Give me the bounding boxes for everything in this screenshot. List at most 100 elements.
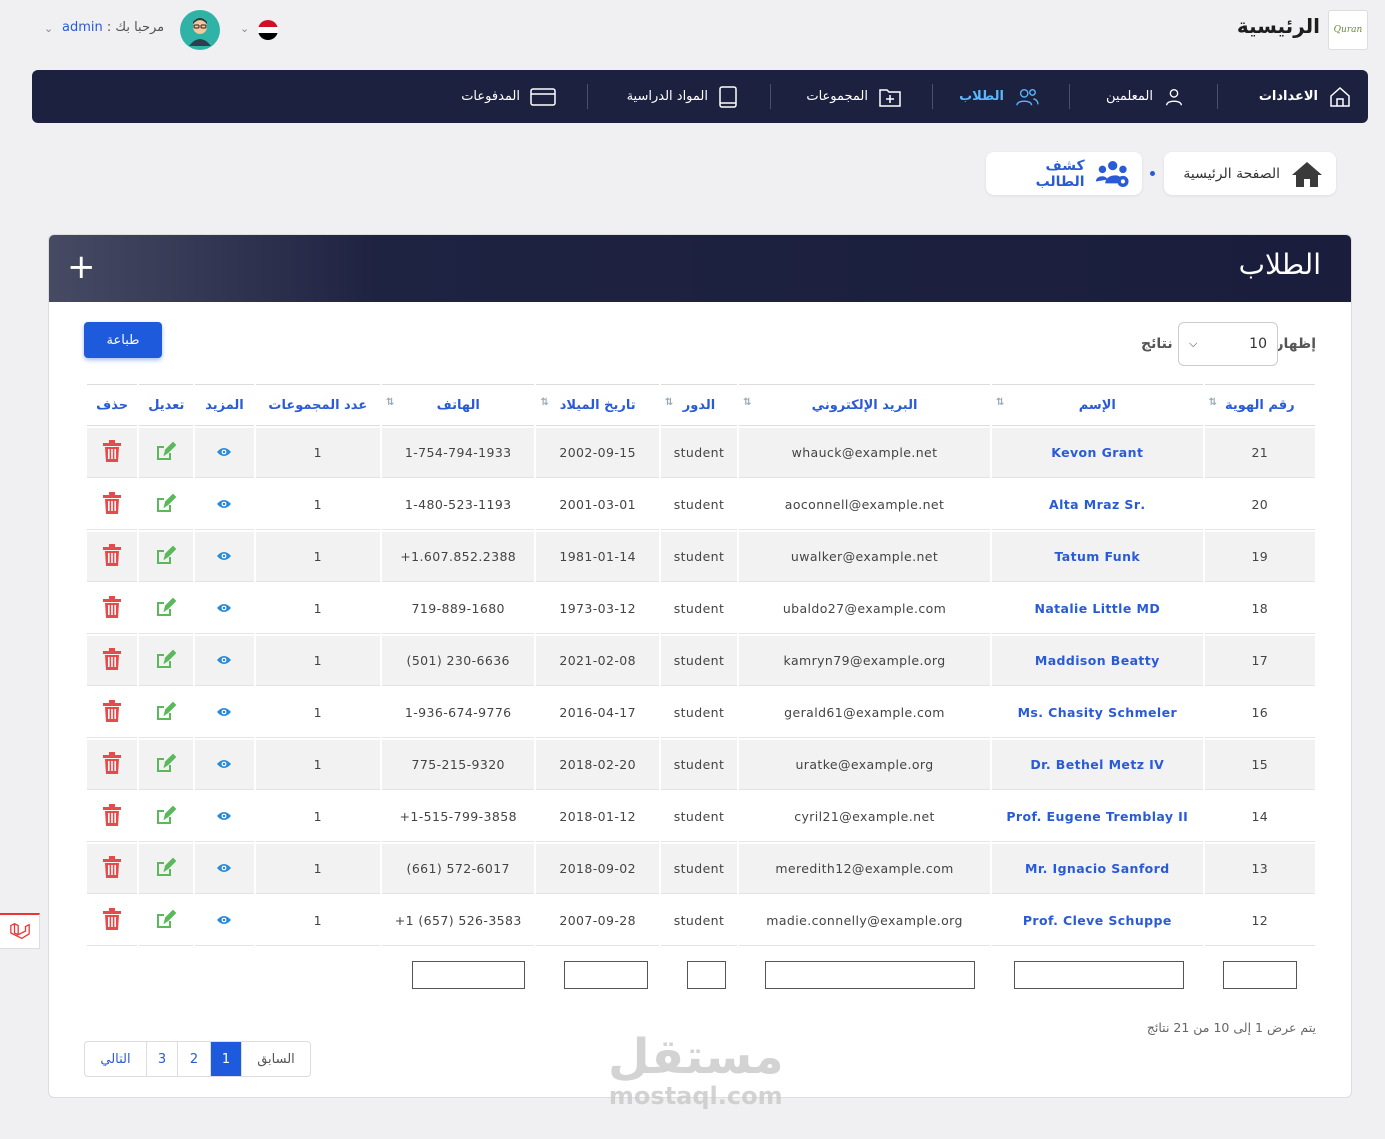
delete-icon[interactable]	[103, 804, 122, 829]
delete-cell[interactable]	[87, 636, 138, 686]
column-header-id[interactable]: رقم الهوية ⇅	[1204, 384, 1315, 426]
greeting[interactable]: مرحبا بك : admin	[62, 20, 164, 35]
filter-role-input[interactable]	[687, 961, 726, 989]
cell-name[interactable]: Kevon Grant	[991, 428, 1203, 478]
column-header-birthdate[interactable]: تاريخ الميلاد ⇅	[536, 384, 659, 426]
view-icon[interactable]	[216, 446, 232, 461]
laravel-debug-tab[interactable]	[0, 913, 40, 949]
delete-cell[interactable]	[87, 792, 138, 842]
filter-email-input[interactable]	[765, 961, 975, 989]
breadcrumb-home[interactable]: الصفحة الرئيسية	[1164, 152, 1336, 195]
delete-cell[interactable]	[87, 584, 138, 634]
column-header-name[interactable]: الإسم ⇅	[991, 384, 1203, 426]
print-button[interactable]: طباعة	[84, 322, 162, 358]
view-cell[interactable]	[195, 792, 254, 842]
nav-item-teachers[interactable]: المعلمين	[1106, 70, 1185, 123]
view-cell[interactable]	[195, 532, 254, 582]
delete-icon[interactable]	[103, 648, 122, 673]
view-icon[interactable]	[216, 706, 232, 721]
pagination-page-current[interactable]: 1	[211, 1042, 242, 1076]
edit-icon[interactable]	[156, 909, 177, 932]
delete-cell[interactable]	[87, 844, 138, 894]
filter-birthdate-input[interactable]	[564, 961, 648, 989]
view-cell[interactable]	[195, 584, 254, 634]
nav-item-groups[interactable]: المجموعات	[806, 70, 902, 123]
delete-cell[interactable]	[87, 688, 138, 738]
nav-item-settings[interactable]: الاعدادات	[1259, 70, 1352, 123]
page-length-select[interactable]: ⌵ 10	[1178, 322, 1278, 366]
view-icon[interactable]	[216, 862, 232, 877]
view-cell[interactable]	[195, 480, 254, 530]
edit-cell[interactable]	[139, 584, 194, 634]
view-cell[interactable]	[195, 844, 254, 894]
cell-name[interactable]: Mr. Ignacio Sanford	[991, 844, 1203, 894]
cell-name[interactable]: Tatum Funk	[991, 532, 1203, 582]
nav-item-subjects[interactable]: المواد الدراسية	[627, 70, 738, 123]
column-header-email[interactable]: البريد الإلكتروني ⇅	[739, 384, 990, 426]
view-icon[interactable]	[216, 810, 232, 825]
edit-icon[interactable]	[156, 649, 177, 672]
edit-cell[interactable]	[139, 428, 194, 478]
egypt-flag-icon[interactable]	[258, 20, 278, 40]
edit-icon[interactable]	[156, 597, 177, 620]
delete-cell[interactable]	[87, 428, 138, 478]
edit-cell[interactable]	[139, 688, 194, 738]
view-cell[interactable]	[195, 688, 254, 738]
view-cell[interactable]	[195, 636, 254, 686]
avatar[interactable]	[180, 10, 220, 50]
pagination-prev[interactable]: السابق	[242, 1042, 310, 1076]
view-icon[interactable]	[216, 914, 232, 929]
delete-icon[interactable]	[103, 440, 122, 465]
nav-item-students[interactable]: الطلاب	[959, 70, 1040, 123]
site-title[interactable]: الرئيسية	[1237, 14, 1320, 38]
delete-icon[interactable]	[103, 752, 122, 777]
delete-cell[interactable]	[87, 480, 138, 530]
delete-cell[interactable]	[87, 896, 138, 946]
edit-cell[interactable]	[139, 792, 194, 842]
edit-cell[interactable]	[139, 740, 194, 790]
cell-name[interactable]: Maddison Beatty	[991, 636, 1203, 686]
delete-icon[interactable]	[103, 596, 122, 621]
chevron-down-icon[interactable]: ⌄	[44, 22, 53, 35]
cell-name[interactable]: Natalie Little MD	[991, 584, 1203, 634]
column-header-phone[interactable]: الهاتف ⇅	[381, 384, 535, 426]
edit-icon[interactable]	[156, 441, 177, 464]
add-student-button[interactable]: +	[67, 249, 96, 285]
chevron-down-icon[interactable]: ⌄	[240, 22, 249, 35]
edit-cell[interactable]	[139, 896, 194, 946]
delete-cell[interactable]	[87, 740, 138, 790]
filter-id-input[interactable]	[1223, 961, 1297, 989]
view-icon[interactable]	[216, 758, 232, 773]
edit-cell[interactable]	[139, 480, 194, 530]
view-icon[interactable]	[216, 654, 232, 669]
edit-icon[interactable]	[156, 805, 177, 828]
cell-name[interactable]: Ms. Chasity Schmeler	[991, 688, 1203, 738]
view-icon[interactable]	[216, 498, 232, 513]
cell-name[interactable]: .Alta Mraz Sr	[991, 480, 1203, 530]
filter-phone-input[interactable]	[412, 961, 525, 989]
cell-name[interactable]: Prof. Cleve Schuppe	[991, 896, 1203, 946]
pagination-page[interactable]: 2	[178, 1042, 211, 1076]
edit-icon[interactable]	[156, 545, 177, 568]
pagination-page[interactable]: 3	[147, 1042, 178, 1076]
delete-icon[interactable]	[103, 492, 122, 517]
view-cell[interactable]	[195, 428, 254, 478]
filter-name-input[interactable]	[1014, 961, 1184, 989]
nav-item-payments[interactable]: المدفوعات	[461, 70, 556, 123]
view-icon[interactable]	[216, 550, 232, 565]
column-header-role[interactable]: الدور ⇅	[660, 384, 738, 426]
cell-name[interactable]: Dr. Bethel Metz IV	[991, 740, 1203, 790]
delete-icon[interactable]	[103, 544, 122, 569]
view-cell[interactable]	[195, 740, 254, 790]
delete-icon[interactable]	[103, 700, 122, 725]
edit-icon[interactable]	[156, 753, 177, 776]
view-cell[interactable]	[195, 896, 254, 946]
pagination-next[interactable]: التالي	[85, 1042, 147, 1076]
edit-icon[interactable]	[156, 493, 177, 516]
edit-icon[interactable]	[156, 701, 177, 724]
edit-cell[interactable]	[139, 844, 194, 894]
edit-cell[interactable]	[139, 532, 194, 582]
delete-cell[interactable]	[87, 532, 138, 582]
view-icon[interactable]	[216, 602, 232, 617]
edit-cell[interactable]	[139, 636, 194, 686]
